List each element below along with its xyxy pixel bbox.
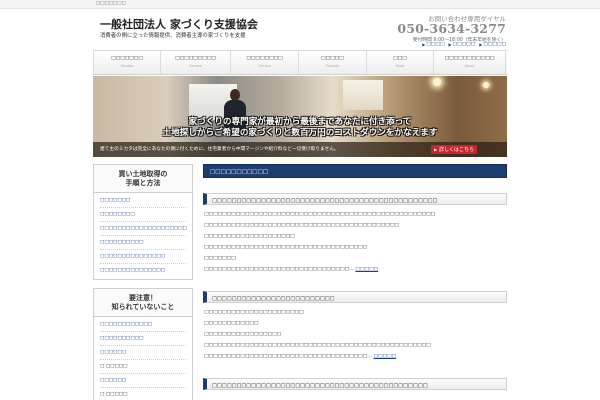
sidebar-link[interactable]: □□□□□□ bbox=[100, 346, 186, 360]
nav-item-label: □□□□□□□ bbox=[111, 56, 143, 61]
site-tagline: 消費者の側に立った情報提供、消費者主導の家づくりを支援 bbox=[100, 33, 246, 39]
sidebar-link[interactable]: □□□□□□□□□□ bbox=[100, 236, 186, 250]
article-text-line: □□□□□□□ bbox=[204, 256, 236, 261]
header-link-label: □□□□ bbox=[426, 42, 445, 47]
global-nav: □□□□□□□ Service □□□□□□□□□ Service □□□□□□… bbox=[93, 50, 507, 75]
article-text-line-last: □□□□□□□□□□□□□□□□□□□□□□□□□□□□□□□□… □□□□□ bbox=[204, 264, 506, 275]
section-title-bar: □□□□□□□□□□□ bbox=[203, 164, 507, 178]
header-link-3[interactable]: ▶ □□□□□ bbox=[479, 42, 506, 47]
hero-banner: 家づくりの専門家が最初から最後まであなたに付き添って 土地探しからご希望の家づく… bbox=[93, 76, 507, 157]
article-body: □□□□□□□□□□□□□□□□□□□□□□ □□□□□□□□□□□□ □□□□… bbox=[203, 303, 507, 362]
nav-item-3[interactable]: □□□□□□□□ Service bbox=[231, 51, 299, 74]
article-text-line: □□□□□□□□□□□□□□□□□□□□□□□□□□□□□□□□□□□□ bbox=[204, 245, 368, 250]
contact-block: お問い合わせ専用ダイヤル 050-3634-3277 受付時間 9:00～18:… bbox=[397, 13, 506, 43]
article-text-line: □□□□□□□□□□□□ bbox=[204, 321, 259, 326]
nav-item-4[interactable]: □□□□□ Results bbox=[299, 51, 367, 74]
nav-item-6[interactable]: □□□□□□□□□□□ About bbox=[434, 51, 506, 74]
sidebar-box-caution: 要注意！ 知られていないこと □□□□□□□□□□□□ □□□□□□□□□□ □… bbox=[93, 288, 193, 400]
nav-item-label: □□□ bbox=[393, 56, 407, 61]
article-text-line: □□□□□□□□□□□□□□□□□ bbox=[204, 332, 282, 337]
article-text-excerpt: □□□□□□□□□□□□□□□□□□□□□□□□□□□□□□□□□□□□… bbox=[204, 354, 372, 359]
main-content: □□□□□□□□□□□ □□□□□□□□□□□□□□□□□□□□□□□□□□□□… bbox=[203, 164, 507, 390]
site-title[interactable]: 一般社団法人 家づくり支援協会 bbox=[100, 16, 258, 32]
article-title: □□□□□□□□□□□□□□□□□□□□□□□□□□□□□□□□□□□□□□□□… bbox=[212, 198, 438, 204]
arrow-right-icon: ▶ bbox=[433, 147, 438, 152]
article-text-line: □□□□□□□□□□□□□□□□□□□□ bbox=[204, 234, 295, 239]
arrow-right-icon: ▶ bbox=[448, 42, 452, 47]
sidebar-heading-line: 要注意！ bbox=[129, 294, 157, 302]
sidebar-link[interactable]: □□□□□□□□□□□□□□□□□□□□ bbox=[100, 222, 187, 236]
sidebar-link[interactable]: □□□□□□□ bbox=[100, 194, 186, 208]
sidebar-link[interactable]: □□□□□□□□ bbox=[100, 208, 186, 222]
hero-strip-text: 建て主のミカタは完全にあなたの側に付くために、住宅業者から中間マージンや紹介料な… bbox=[100, 147, 339, 152]
sidebar-link[interactable]: □□□□□□□□□□□□□□□ bbox=[100, 250, 186, 264]
details-button[interactable]: ▶ 詳しくはこちら bbox=[431, 145, 477, 154]
arrow-right-icon: ▶ bbox=[479, 42, 483, 47]
sidebar-box-heading: 買い土地取得の 手順と方法 bbox=[94, 165, 192, 193]
header-links: ▶ □□□□ ▶ □□□□□ ▶ □□□□□ bbox=[422, 42, 506, 47]
sidebar-text: □ □□□□□ bbox=[100, 360, 186, 374]
header-link-2[interactable]: ▶ □□□□□ bbox=[449, 42, 476, 47]
nav-item-sublabel: About bbox=[464, 64, 475, 68]
nav-item-label: □□□□□□□□ bbox=[246, 56, 283, 61]
section-title: □□□□□□□□□□□ bbox=[210, 169, 269, 175]
sidebar-link[interactable]: □□□□□□□□□□□□□□□ bbox=[100, 264, 186, 277]
header-link-label: □□□□□ bbox=[452, 42, 476, 47]
details-button-label: 詳しくはこちら bbox=[439, 147, 475, 153]
nav-item-2[interactable]: □□□□□□□□□ Service bbox=[161, 51, 231, 74]
hero-ceiling-light bbox=[483, 82, 489, 88]
site-description: □□□□□□□ bbox=[96, 1, 126, 6]
nav-item-5[interactable]: □□□ Book bbox=[367, 51, 434, 74]
nav-item-sublabel: Book bbox=[395, 64, 405, 68]
header-link-1[interactable]: ▶ □□□□ bbox=[422, 42, 444, 47]
header-link-label: □□□□□ bbox=[483, 42, 506, 47]
article: □□□□□□□□□□□□□□□□□□□□□□□□□□□□□□□□□□□□□□□□… bbox=[203, 193, 507, 275]
sidebar-link[interactable]: □□□□□□□□□□□□ bbox=[100, 318, 186, 332]
article-text-line: □□□□□□□□□□□□□□□□□□□□□□□□□□□□□□□□□□□□□□□□… bbox=[204, 223, 399, 228]
hero-headline: 家づくりの専門家が最初から最後まであなたに付き添って 土地探しからご希望の家づく… bbox=[93, 117, 507, 139]
sidebar-link[interactable]: □□□□□□ bbox=[100, 374, 186, 388]
sidebar-link[interactable]: □□□□□□□□□□ bbox=[100, 332, 186, 346]
nav-item-label: □□□□□□□□□□□ bbox=[444, 56, 495, 61]
article: □□□□□□□□□□□□□□□□□□□□□□□□□□□□□□□□□□□□□□□□… bbox=[203, 378, 507, 390]
hero-whiteboard bbox=[343, 80, 383, 110]
sidebar-heading-line: 知られていないこと bbox=[111, 303, 175, 311]
article-title-bar[interactable]: □□□□□□□□□□□□□□□□□□□□□□□□□□□□□□□□□□□□□□□□… bbox=[203, 378, 507, 390]
sidebar-box-heading: 要注意！ 知られていないこと bbox=[94, 289, 192, 317]
sidebar-link-list: □□□□□□□ □□□□□□□□ □□□□□□□□□□□□□□□□□□□□ □□… bbox=[94, 193, 192, 279]
nav-item-sublabel: Service bbox=[189, 64, 202, 68]
hero-info-strip: 建て主のミカタは完全にあなたの側に付くために、住宅業者から中間マージンや紹介料な… bbox=[93, 142, 507, 157]
nav-item-label: □□□□□□□□□ bbox=[175, 56, 216, 61]
nav-item-sublabel: Service bbox=[258, 64, 271, 68]
read-more-link[interactable]: □□□□□ bbox=[355, 267, 378, 272]
nav-item-label: □□□□□ bbox=[321, 56, 344, 61]
phone-number[interactable]: 050-3634-3277 bbox=[397, 22, 506, 35]
article-title: □□□□□□□□□□□□□□□□□□□□□□□□□ bbox=[212, 296, 335, 302]
sidebar-link-list: □□□□□□□□□□□□ □□□□□□□□□□ □□□□□□ □ □□□□□ □… bbox=[94, 317, 192, 400]
article-title: □□□□□□□□□□□□□□□□□□□□□□□□□□□□□□□□□□□□□□□□… bbox=[212, 383, 428, 389]
sidebar-heading-line: 手順と方法 bbox=[125, 179, 161, 187]
nav-item-sublabel: Results bbox=[326, 64, 339, 68]
article-title-bar[interactable]: □□□□□□□□□□□□□□□□□□□□□□□□□□□□□□□□□□□□□□□□… bbox=[203, 193, 507, 205]
article-text-line: □□□□□□□□□□□□□□□□□□□□□□□□□□□□□□□□□□□□□□□□… bbox=[204, 343, 431, 348]
hero-ceiling-light bbox=[433, 78, 441, 86]
sidebar: 買い土地取得の 手順と方法 □□□□□□□ □□□□□□□□ □□□□□□□□□… bbox=[93, 164, 193, 400]
article-text-excerpt: □□□□□□□□□□□□□□□□□□□□□□□□□□□□□□□□… bbox=[204, 267, 354, 272]
arrow-right-icon: ▶ bbox=[422, 42, 426, 47]
read-more-link[interactable]: □□□□□ bbox=[374, 354, 397, 359]
top-utility-bar: □□□□□□□ bbox=[0, 0, 600, 9]
article-body: □□□□□□□□□□□□□□□□□□□□□□□□□□□□□□□□□□□□□□□□… bbox=[203, 205, 507, 275]
hero-headline-line-1: 家づくりの専門家が最初から最後まであなたに付き添って bbox=[188, 117, 412, 127]
article-text-line: □□□□□□□□□□□□□□□□□□□□□□□□□□□□□□□□□□□□□□□□… bbox=[204, 212, 436, 217]
sidebar-box-land-procedure: 買い土地取得の 手順と方法 □□□□□□□ □□□□□□□□ □□□□□□□□□… bbox=[93, 164, 193, 280]
article-title-bar[interactable]: □□□□□□□□□□□□□□□□□□□□□□□□□ bbox=[203, 291, 507, 303]
sidebar-heading-line: 買い土地取得の bbox=[118, 170, 168, 178]
hero-headline-line-2: 土地探しからご希望の家づくりと数百万円のコストダウンをかなえます bbox=[162, 128, 438, 138]
nav-item-1[interactable]: □□□□□□□ Service bbox=[93, 51, 161, 74]
article-text-line: □□□□□□□□□□□□□□□□□□□□□□ bbox=[204, 310, 304, 315]
article: □□□□□□□□□□□□□□□□□□□□□□□□□ □□□□□□□□□□□□□□… bbox=[203, 291, 507, 362]
nav-item-sublabel: Service bbox=[120, 64, 134, 68]
article-text-line-last: □□□□□□□□□□□□□□□□□□□□□□□□□□□□□□□□□□□□… □□… bbox=[204, 351, 506, 362]
sidebar-text: □ □□□□□ bbox=[100, 392, 128, 397]
